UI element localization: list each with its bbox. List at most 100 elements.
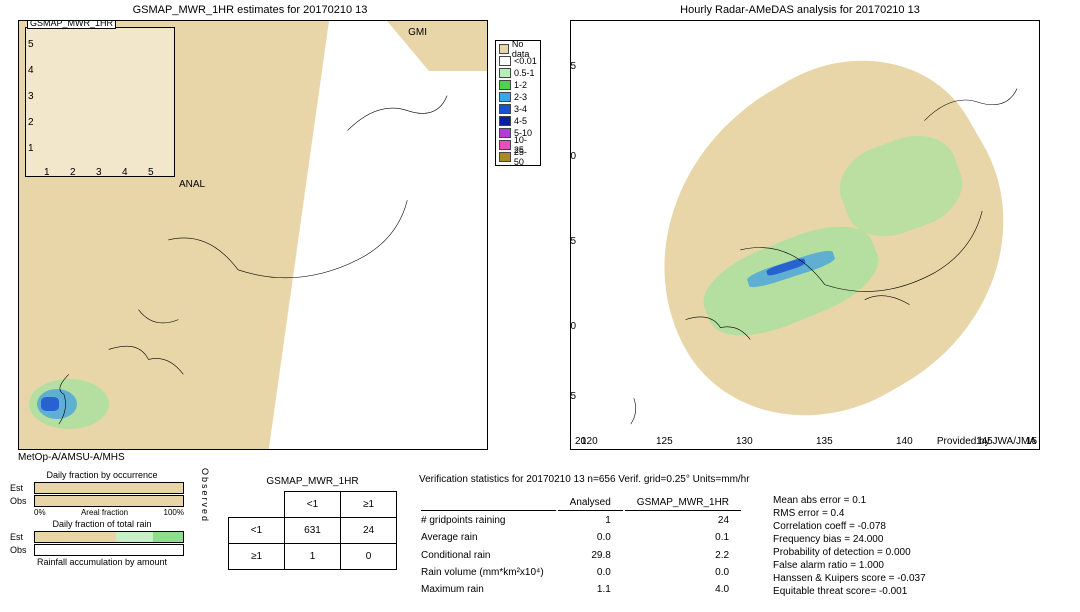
verif-row-label: Rain volume (mm*km²x10⁴) <box>421 565 556 580</box>
right-xtick: 125 <box>656 436 673 447</box>
metric-row: Equitable threat score= -0.001 <box>773 586 926 597</box>
legend-swatch <box>499 92 511 102</box>
right-xtick: 135 <box>816 436 833 447</box>
legend-swatch <box>499 68 511 78</box>
verif-row-label: Average rain <box>421 530 556 545</box>
right-xtick: 130 <box>736 436 753 447</box>
axis-mid: Areal fraction <box>81 508 128 517</box>
verif-cell: 0.0 <box>558 530 623 545</box>
verif-col-analysed: Analysed <box>558 495 623 511</box>
metric-row: False alarm ratio = 1.000 <box>773 560 926 571</box>
verif-row-label: Maximum rain <box>421 582 556 597</box>
rain-obs-bar <box>34 544 184 556</box>
sensor-label: MetOp-A/AMSU-A/MHS <box>18 452 500 466</box>
verif-cell: 4.0 <box>625 582 741 597</box>
ctable-row1: <1 <box>229 518 285 544</box>
skill-metrics: Mean abs error = 0.1 RMS error = 0.4 Cor… <box>773 493 926 599</box>
verif-col-model: GSMAP_MWR_1HR <box>625 495 741 511</box>
occ-title: Daily fraction by occurrence <box>10 470 194 480</box>
obs-label: Obs <box>10 496 30 506</box>
metric-row: Hanssen & Kuipers score = -0.037 <box>773 573 926 584</box>
metric-row: RMS error = 0.4 <box>773 508 926 519</box>
right-xtick: 120 <box>581 436 598 447</box>
verif-title: Verification statistics for 20170210 13 … <box>419 474 1072 485</box>
est-label: Est <box>10 532 30 542</box>
legend-swatch <box>499 56 511 66</box>
right-xtick: 140 <box>896 436 913 447</box>
verif-cell: 0.0 <box>558 565 623 580</box>
left-map-inset: 1 2 3 4 5 1 2 3 4 5 <box>25 27 175 177</box>
inset-ytick: 2 <box>28 117 34 128</box>
ctable-row2: ≥1 <box>229 544 285 570</box>
right-map-title: Hourly Radar-AMeDAS analysis for 2017021… <box>520 0 1080 20</box>
nodata-corner <box>387 21 488 71</box>
precip-blob-heavy <box>41 397 59 411</box>
right-ytick: 30 <box>570 321 576 332</box>
inset-xtick: 3 <box>96 167 102 178</box>
occ-est-row: Est <box>10 482 194 494</box>
axis-lo: 0% <box>34 508 46 517</box>
verif-cell: 24 <box>625 513 741 528</box>
occ-obs-bar <box>34 495 184 507</box>
legend-swatch <box>499 128 511 138</box>
verif-cell: 1.1 <box>558 582 623 597</box>
ctable-col1: <1 <box>285 492 341 518</box>
left-map-panel: GSMAP_MWR_1HR estimates for 20170210 13 … <box>0 0 500 466</box>
left-inset-label: GSMAP_MWR_1HR <box>27 20 116 29</box>
fractions-block: Daily fraction by occurrence Est Obs 0% … <box>0 468 200 599</box>
inset-xtick: 5 <box>148 167 154 178</box>
metric-row: Probability of detection = 0.000 <box>773 547 926 558</box>
bottom-panel: Daily fraction by occurrence Est Obs 0% … <box>0 466 1080 599</box>
ctable-title: GSMAP_MWR_1HR <box>228 476 397 487</box>
right-map-area: 45 40 35 30 25 20 120 125 130 135 140 14… <box>570 20 1040 450</box>
inset-ytick: 5 <box>28 39 34 50</box>
accum-title: Rainfall accumulation by amount <box>10 557 194 567</box>
left-map-area: 1 2 3 4 5 1 2 3 4 5 GSMAP_MWR_1HR ANAL G… <box>18 20 488 450</box>
verif-columns: Analysed GSMAP_MWR_1HR # gridpoints rain… <box>419 493 1072 599</box>
rain-est-row: Est <box>10 531 194 543</box>
verif-cell: 1 <box>558 513 623 528</box>
legend-swatch <box>499 140 511 150</box>
legend-swatch <box>499 152 511 162</box>
legend-swatch <box>499 104 511 114</box>
right-ytick: 45 <box>570 61 576 72</box>
obs-label: Obs <box>10 545 30 555</box>
gmi-label: GMI <box>408 27 427 38</box>
inset-ytick: 3 <box>28 91 34 102</box>
occ-obs-row: Obs <box>10 495 194 507</box>
ctable-bl: 1 <box>285 544 341 570</box>
occ-est-bar <box>34 482 184 494</box>
ctable-tr: 24 <box>341 518 397 544</box>
metric-row: Mean abs error = 0.1 <box>773 495 926 506</box>
ctable-grid: <1 ≥1 <1 631 24 ≥1 1 0 <box>228 491 397 570</box>
ctable-col2: ≥1 <box>341 492 397 518</box>
verif-cell: 0.0 <box>625 565 741 580</box>
verif-cell: 0.1 <box>625 530 741 545</box>
verification-block: Verification statistics for 20170210 13 … <box>411 468 1080 599</box>
inset-xtick: 2 <box>70 167 76 178</box>
right-ytick: 25 <box>570 391 576 402</box>
inset-xtick: 4 <box>122 167 128 178</box>
rain-est-bar <box>34 531 184 543</box>
right-ytick: 35 <box>570 236 576 247</box>
inset-ytick: 1 <box>28 143 34 154</box>
verif-row-label: # gridpoints raining <box>421 513 556 528</box>
verif-cell: 2.2 <box>625 547 741 562</box>
ctable-tl: 631 <box>285 518 341 544</box>
observed-vertical-label: Observed <box>200 468 214 599</box>
inset-ytick: 4 <box>28 65 34 76</box>
rain-obs-row: Obs <box>10 544 194 556</box>
metric-row: Frequency bias = 24.000 <box>773 534 926 545</box>
contingency-table: GSMAP_MWR_1HR <1 ≥1 <1 631 24 ≥1 1 0 <box>228 476 397 599</box>
occ-axis: 0% Areal fraction 100% <box>34 508 184 517</box>
inset-xtick: 1 <box>44 167 50 178</box>
legend-swatch <box>499 116 511 126</box>
legend-swatch <box>499 80 511 90</box>
verif-cell: 29.8 <box>558 547 623 562</box>
right-ytick: 40 <box>570 151 576 162</box>
provider-credit: Provided by JWA/JMA <box>937 436 1036 447</box>
top-map-row: GSMAP_MWR_1HR estimates for 20170210 13 … <box>0 0 1080 466</box>
legend-swatch <box>499 44 509 54</box>
verif-row-label: Conditional rain <box>421 547 556 562</box>
verif-table: Analysed GSMAP_MWR_1HR # gridpoints rain… <box>419 493 743 599</box>
